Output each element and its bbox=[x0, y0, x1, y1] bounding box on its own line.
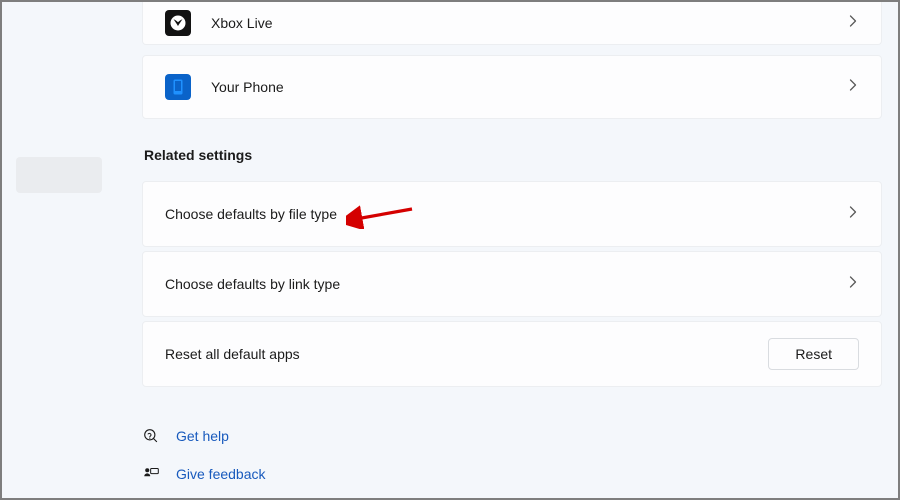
chevron-right-icon bbox=[847, 275, 859, 293]
chevron-right-icon bbox=[847, 78, 859, 96]
related-choose-by-file-type[interactable]: Choose defaults by file type bbox=[142, 181, 882, 247]
related-label: Choose defaults by file type bbox=[165, 206, 337, 222]
reset-label: Reset all default apps bbox=[165, 346, 300, 362]
reset-button[interactable]: Reset bbox=[768, 338, 859, 370]
app-row-your-phone[interactable]: Your Phone bbox=[142, 55, 882, 119]
chevron-right-icon bbox=[847, 205, 859, 223]
phone-icon bbox=[165, 74, 191, 100]
related-settings-heading: Related settings bbox=[144, 147, 882, 163]
related-reset-row: Reset all default apps Reset bbox=[142, 321, 882, 387]
xbox-icon bbox=[165, 10, 191, 36]
sidebar bbox=[2, 2, 102, 498]
give-feedback-label: Give feedback bbox=[176, 466, 266, 482]
get-help-link[interactable]: Get help bbox=[142, 421, 882, 451]
get-help-label: Get help bbox=[176, 428, 229, 444]
sidebar-selected-item[interactable] bbox=[16, 157, 102, 193]
help-icon bbox=[142, 428, 160, 445]
app-label: Xbox Live bbox=[211, 15, 272, 31]
give-feedback-link[interactable]: Give feedback bbox=[142, 459, 882, 489]
related-choose-by-link-type[interactable]: Choose defaults by link type bbox=[142, 251, 882, 317]
content-area: Xbox Live Your Phone Related settings Ch… bbox=[142, 2, 882, 498]
app-row-xbox-live[interactable]: Xbox Live bbox=[142, 2, 882, 45]
feedback-icon bbox=[142, 466, 160, 483]
chevron-right-icon bbox=[847, 14, 859, 32]
related-label: Choose defaults by link type bbox=[165, 276, 340, 292]
app-label: Your Phone bbox=[211, 79, 284, 95]
